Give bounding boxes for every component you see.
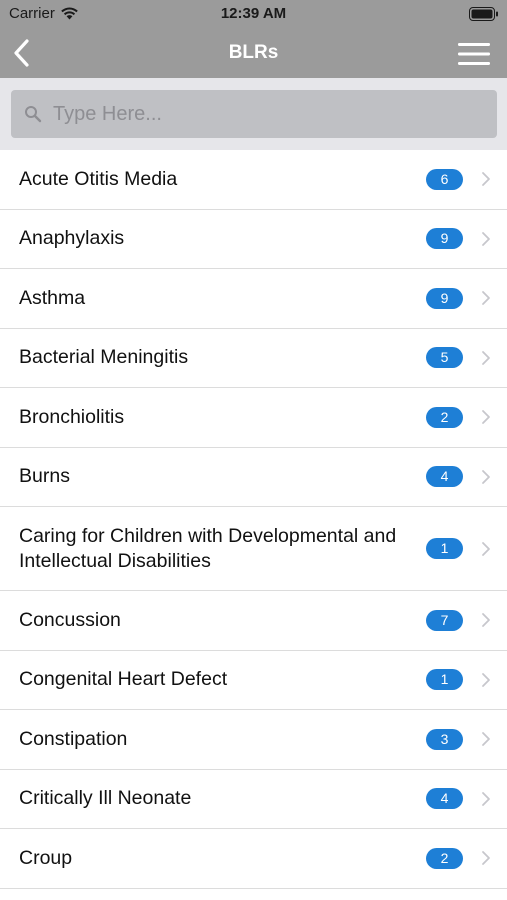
- list-item[interactable]: Critically Ill Neonate 4: [0, 769, 507, 829]
- status-bar: Carrier 12:39 AM: [0, 0, 507, 28]
- status-time: 12:39 AM: [220, 5, 287, 22]
- count-badge: 4: [426, 466, 463, 488]
- count-badge: 3: [426, 728, 463, 750]
- blr-list: Acute Otitis Media 6 Anaphylaxis 9 Asthma 9 Ba…: [0, 150, 507, 889]
- list-item-label: Asthma: [19, 286, 86, 309]
- chevron-right-icon: [482, 732, 490, 747]
- count-badge: 4: [426, 788, 463, 810]
- chevron-right-icon: [482, 410, 490, 425]
- search-box[interactable]: [11, 90, 497, 138]
- chevron-right-icon: [482, 613, 490, 628]
- count-badge: 9: [426, 287, 463, 309]
- list-item[interactable]: Asthma 9: [0, 269, 507, 329]
- list-item[interactable]: Caring for Children with Developmental a…: [0, 507, 507, 591]
- count-badge: 2: [426, 406, 463, 428]
- page-title: BLRs: [228, 42, 279, 63]
- chevron-right-icon: [482, 231, 490, 246]
- chevron-right-icon: [482, 851, 490, 866]
- list-item-label: Croup: [19, 846, 73, 869]
- battery-icon: [469, 7, 498, 21]
- list-item-label: Critically Ill Neonate: [19, 787, 192, 810]
- count-badge: 7: [426, 609, 463, 631]
- count-badge: 2: [426, 847, 463, 869]
- count-badge: 5: [426, 347, 463, 369]
- list-item-label: Concussion: [19, 608, 121, 631]
- chevron-right-icon: [482, 672, 490, 687]
- list-item[interactable]: Constipation 3: [0, 710, 507, 770]
- count-badge: 1: [426, 538, 463, 559]
- chevron-right-icon: [482, 469, 490, 484]
- search-icon: [25, 106, 42, 123]
- list-item[interactable]: Bacterial Meningitis 5: [0, 328, 507, 388]
- chevron-right-icon: [482, 291, 490, 306]
- list-item-label: Caring for Children with Developmental a…: [19, 524, 397, 572]
- list-item-label: Congenital Heart Defect: [19, 668, 228, 691]
- list-item-label: Bacterial Meningitis: [19, 346, 189, 369]
- list-item[interactable]: Anaphylaxis 9: [0, 209, 507, 269]
- chevron-right-icon: [482, 541, 490, 556]
- list-item[interactable]: Congenital Heart Defect 1: [0, 650, 507, 710]
- count-badge: 9: [426, 228, 463, 250]
- count-badge: 6: [426, 168, 463, 190]
- count-badge: 1: [426, 669, 463, 691]
- list-item-label: Burns: [19, 465, 70, 488]
- list-item[interactable]: Croup 2: [0, 829, 507, 889]
- chevron-right-icon: [482, 172, 490, 187]
- list-item-label: Constipation: [19, 727, 128, 750]
- chevron-right-icon: [482, 350, 490, 365]
- list-item-label: Bronchiolitis: [19, 405, 125, 428]
- navigation-bar: BLRs: [0, 28, 507, 78]
- list-item[interactable]: Concussion 7: [0, 591, 507, 651]
- list-item[interactable]: Burns 4: [0, 447, 507, 507]
- chevron-right-icon: [482, 791, 490, 806]
- list-item-label: Anaphylaxis: [19, 227, 125, 250]
- search-bar: [0, 78, 507, 150]
- menu-button[interactable]: [457, 41, 491, 67]
- list-item-label: Acute Otitis Media: [19, 167, 178, 190]
- list-item[interactable]: Acute Otitis Media 6: [0, 150, 507, 210]
- search-input[interactable]: [53, 96, 483, 132]
- list-item[interactable]: Bronchiolitis 2: [0, 388, 507, 448]
